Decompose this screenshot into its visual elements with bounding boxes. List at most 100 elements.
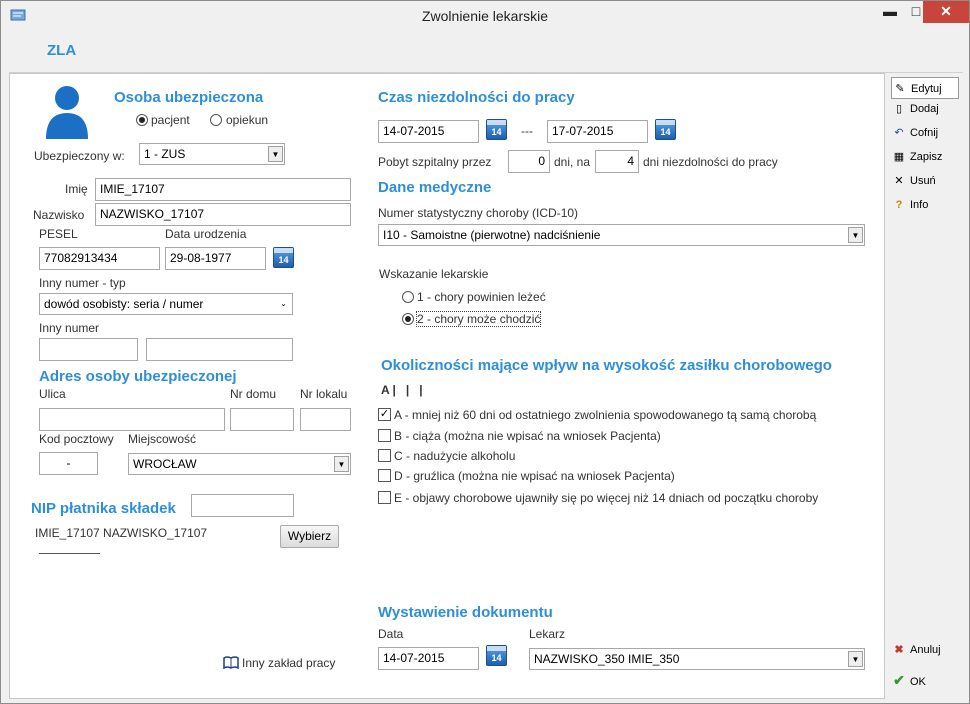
issue-date-label: Data <box>378 627 404 641</box>
form-header: ZLA <box>9 31 963 73</box>
patient-label: pacjent <box>151 113 190 127</box>
chevron-down-icon: ⌄ <box>280 299 287 308</box>
dropdown-arrow-icon: ▼ <box>334 456 349 472</box>
indication-lying-label: 1 - chory powinien leżeć <box>417 290 546 304</box>
days-on-label: dni, na <box>554 155 591 169</box>
other-number-series-field[interactable] <box>39 338 138 361</box>
add-label: Dodaj <box>910 103 939 115</box>
other-number-label: Inny numer <box>39 321 100 335</box>
circumstance-e-label: E - objawy chorobowe ujawniły się po wię… <box>394 491 819 505</box>
divider <box>39 553 100 554</box>
minimize-button[interactable]: ▬ <box>877 1 903 23</box>
medical-section-title: Dane medyczne <box>378 179 492 196</box>
incapacity-days-field[interactable]: 4 <box>595 150 639 173</box>
book-icon <box>223 656 239 670</box>
issue-date-field[interactable]: 14-07-2015 <box>378 647 479 670</box>
form-panel: Osoba ubezpieczona pacjent opiekun Ubezp… <box>9 73 885 699</box>
doctor-value: NAZWISKO_350 IMIE_350 <box>534 652 680 666</box>
undo-button[interactable]: ↶ Cofnij <box>891 122 959 144</box>
circumstance-d-checkbox[interactable] <box>378 469 391 482</box>
indication-lying-radio[interactable] <box>402 291 414 303</box>
dropdown-arrow-icon: ▼ <box>268 146 283 162</box>
insured-section-title: Osoba ubezpieczona <box>114 89 264 106</box>
indication-walking-radio[interactable] <box>402 313 414 325</box>
doctor-label: Lekarz <box>529 627 566 641</box>
indication-label: Wskazanie lekarskie <box>379 267 489 281</box>
guardian-label: opiekun <box>226 113 269 127</box>
insured-in-value: 1 - ZUS <box>144 147 186 161</box>
patient-radio[interactable] <box>136 114 148 126</box>
icd-select[interactable]: I10 - Samoistne (pierwotne) nadciśnienie… <box>378 224 865 246</box>
last-name-field[interactable]: NAZWISKO_17107 <box>95 203 351 226</box>
other-type-label: Inny numer - typ <box>39 276 126 290</box>
person-icon <box>43 85 91 139</box>
incapacity-from-field[interactable]: 14-07-2015 <box>378 120 479 143</box>
title-bar: Zwolnienie lekarskie ▬ □ ✕ <box>1 1 969 31</box>
window-title: Zwolnienie lekarskie <box>421 8 549 24</box>
circumstance-b-checkbox[interactable] <box>378 429 391 442</box>
house-number-field[interactable] <box>230 408 294 431</box>
info-button[interactable]: ? Info <box>891 194 959 216</box>
dropdown-arrow-icon: ▼ <box>848 651 863 667</box>
circumstance-b-label: B - ciąża (można nie wpisać na wniosek P… <box>394 429 661 443</box>
edit-button[interactable]: ✎ Edytuj <box>891 77 959 99</box>
flat-number-field[interactable] <box>300 408 351 431</box>
incapacity-section-title: Czas niezdolności do pracy <box>378 89 575 106</box>
action-sidebar: ✎ Edytuj ▯ Dodaj ↶ Cofnij ▦ Zapisz ✕ Usuń ? In… <box>887 73 963 699</box>
nip-field[interactable] <box>191 494 294 517</box>
incapacity-to-field[interactable]: 17-07-2015 <box>547 120 648 143</box>
hospital-stay-label: Pobyt szpitalny przez <box>378 155 492 169</box>
other-number-field[interactable] <box>146 338 293 361</box>
last-name-label: Nazwisko <box>33 208 85 222</box>
choose-payer-button[interactable]: Wybierz <box>280 525 339 548</box>
incapacity-days-label: dni niezdolności do pracy <box>643 155 778 169</box>
city-label: Miejscowość <box>128 432 197 446</box>
incapacity-from-calendar-icon[interactable]: 14 <box>486 119 507 140</box>
ok-button[interactable]: ✔ OK <box>891 669 959 691</box>
postal-code-field[interactable]: - <box>39 452 98 475</box>
street-field[interactable] <box>39 408 225 431</box>
hospital-days-field[interactable]: 0 <box>508 150 550 173</box>
save-label: Zapisz <box>910 151 943 163</box>
checkmark-icon: ✔ <box>893 672 905 688</box>
icd-value: I10 - Samoistne (pierwotne) nadciśnienie <box>383 228 601 242</box>
birth-date-calendar-icon[interactable]: 14 <box>273 247 294 268</box>
save-button[interactable]: ▦ Zapisz <box>891 146 959 168</box>
street-label: Ulica <box>39 387 66 401</box>
other-workplace-link[interactable]: Inny zakład pracy <box>242 656 335 670</box>
new-document-icon: ▯ <box>895 103 903 115</box>
dialog-window: Zwolnienie lekarskie ▬ □ ✕ ZLA Osoba ube… <box>0 0 970 704</box>
info-label: Info <box>910 199 929 211</box>
cancel-button[interactable]: ✖ Anuluj <box>891 639 959 661</box>
guardian-radio[interactable] <box>210 114 222 126</box>
address-section-title: Adres osoby ubezpieczonej <box>39 368 237 385</box>
icd-label: Numer statystyczny choroby (ICD-10) <box>378 206 579 220</box>
ok-label: OK <box>910 676 926 688</box>
cancel-icon: ✖ <box>894 644 904 656</box>
pesel-field[interactable]: 77082913434 <box>39 247 160 270</box>
circumstance-d-label: D - gruźlica (można nie wpisać na wniose… <box>394 469 675 483</box>
incapacity-to-calendar-icon[interactable]: 14 <box>655 119 676 140</box>
city-select[interactable]: WROCŁAW ▼ <box>128 453 351 475</box>
birth-date-field[interactable]: 29-08-1977 <box>165 247 266 270</box>
issue-date-calendar-icon[interactable]: 14 <box>486 645 507 666</box>
undo-label: Cofnij <box>910 127 939 139</box>
birth-date-label: Data urodzenia <box>165 227 247 241</box>
other-type-select[interactable]: dowód osobisty: seria / numer ⌄ <box>39 293 293 315</box>
circumstance-c-checkbox[interactable] <box>378 449 391 462</box>
dropdown-arrow-icon: ▼ <box>848 227 863 243</box>
first-name-field[interactable]: IMIE_17107 <box>95 178 351 201</box>
house-number-label: Nr domu <box>230 387 277 401</box>
add-button[interactable]: ▯ Dodaj <box>891 98 959 120</box>
save-icon: ▦ <box>893 151 905 163</box>
insured-in-select[interactable]: 1 - ZUS ▼ <box>139 143 285 165</box>
circumstance-a-checkbox[interactable]: ✓ <box>378 408 391 421</box>
circumstance-e-checkbox[interactable] <box>378 491 391 504</box>
payer-section-title: NIP płatnika składek <box>31 500 176 517</box>
first-name-label: Imię <box>65 182 88 196</box>
doctor-select[interactable]: NAZWISKO_350 IMIE_350 ▼ <box>529 648 865 670</box>
insured-in-label: Ubezpieczony w: <box>34 149 125 163</box>
close-button[interactable]: ✕ <box>923 1 969 23</box>
delete-button[interactable]: ✕ Usuń <box>891 170 959 192</box>
pesel-label: PESEL <box>39 227 78 241</box>
